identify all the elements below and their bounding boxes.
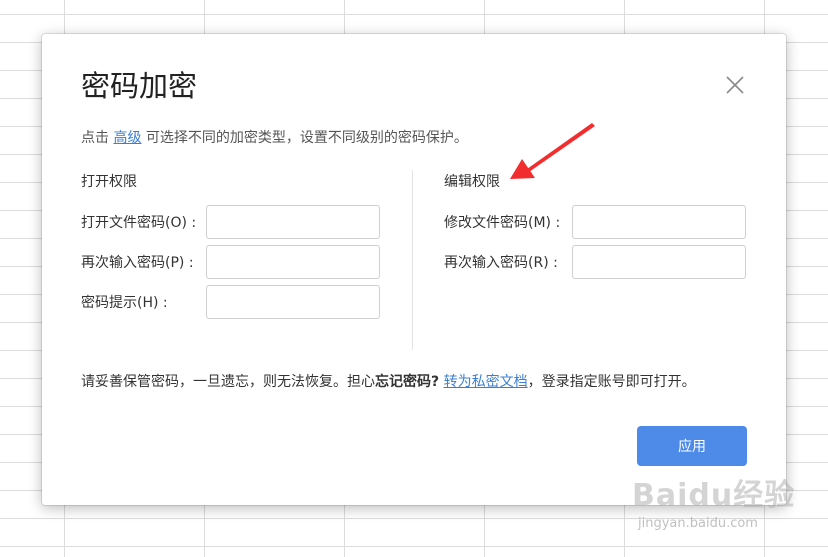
advanced-hint: 点击 高级 可选择不同的加密类型，设置不同级别的密码保护。 (81, 128, 468, 148)
note-forgot-password: 忘记密码? (375, 374, 440, 390)
open-password-label: 打开文件密码(O) : (81, 215, 197, 231)
watermark-brand: Baidu经验 (632, 478, 796, 513)
note-prefix: 请妥善保管密码，一旦遗忘，则无法恢复。担心 (81, 374, 375, 390)
note-suffix: ，登录指定账号即可打开。 (527, 374, 696, 390)
dialog-title: 密码加密 (81, 69, 198, 103)
section-divider (412, 170, 413, 350)
modify-password-label: 修改文件密码(M) : (444, 215, 561, 231)
apply-button[interactable]: 应用 (637, 426, 747, 466)
confirm-modify-password-label: 再次输入密码(R) : (444, 255, 558, 271)
advanced-link[interactable]: 高级 (113, 130, 141, 146)
hint-suffix: 可选择不同的加密类型，设置不同级别的密码保护。 (141, 130, 468, 146)
password-hint-label: 密码提示(H) : (81, 295, 168, 311)
confirm-modify-password-input[interactable] (572, 245, 746, 279)
close-icon[interactable] (723, 73, 747, 97)
private-document-link[interactable]: 转为私密文档 (444, 374, 528, 390)
confirm-open-password-input[interactable] (206, 245, 380, 279)
hint-prefix: 点击 (81, 130, 114, 146)
watermark-url: jingyan.baidu.com (638, 516, 758, 531)
confirm-open-password-label: 再次输入密码(P) : (81, 255, 194, 271)
password-encryption-dialog: 密码加密 点击 高级 可选择不同的加密类型，设置不同级别的密码保护。 打开权限 … (42, 34, 786, 505)
password-hint-input[interactable] (206, 285, 380, 319)
red-arrow-icon (510, 123, 595, 179)
baidu-watermark: Baidu经验 jingyan.baidu.com (632, 478, 822, 544)
open-permission-title: 打开权限 (81, 174, 137, 190)
password-warning-note: 请妥善保管密码，一旦遗忘，则无法恢复。担心忘记密码? 转为私密文档，登录指定账号… (81, 372, 696, 392)
modify-password-input[interactable] (572, 205, 746, 239)
edit-permission-title: 编辑权限 (444, 174, 500, 190)
open-password-input[interactable] (206, 205, 380, 239)
